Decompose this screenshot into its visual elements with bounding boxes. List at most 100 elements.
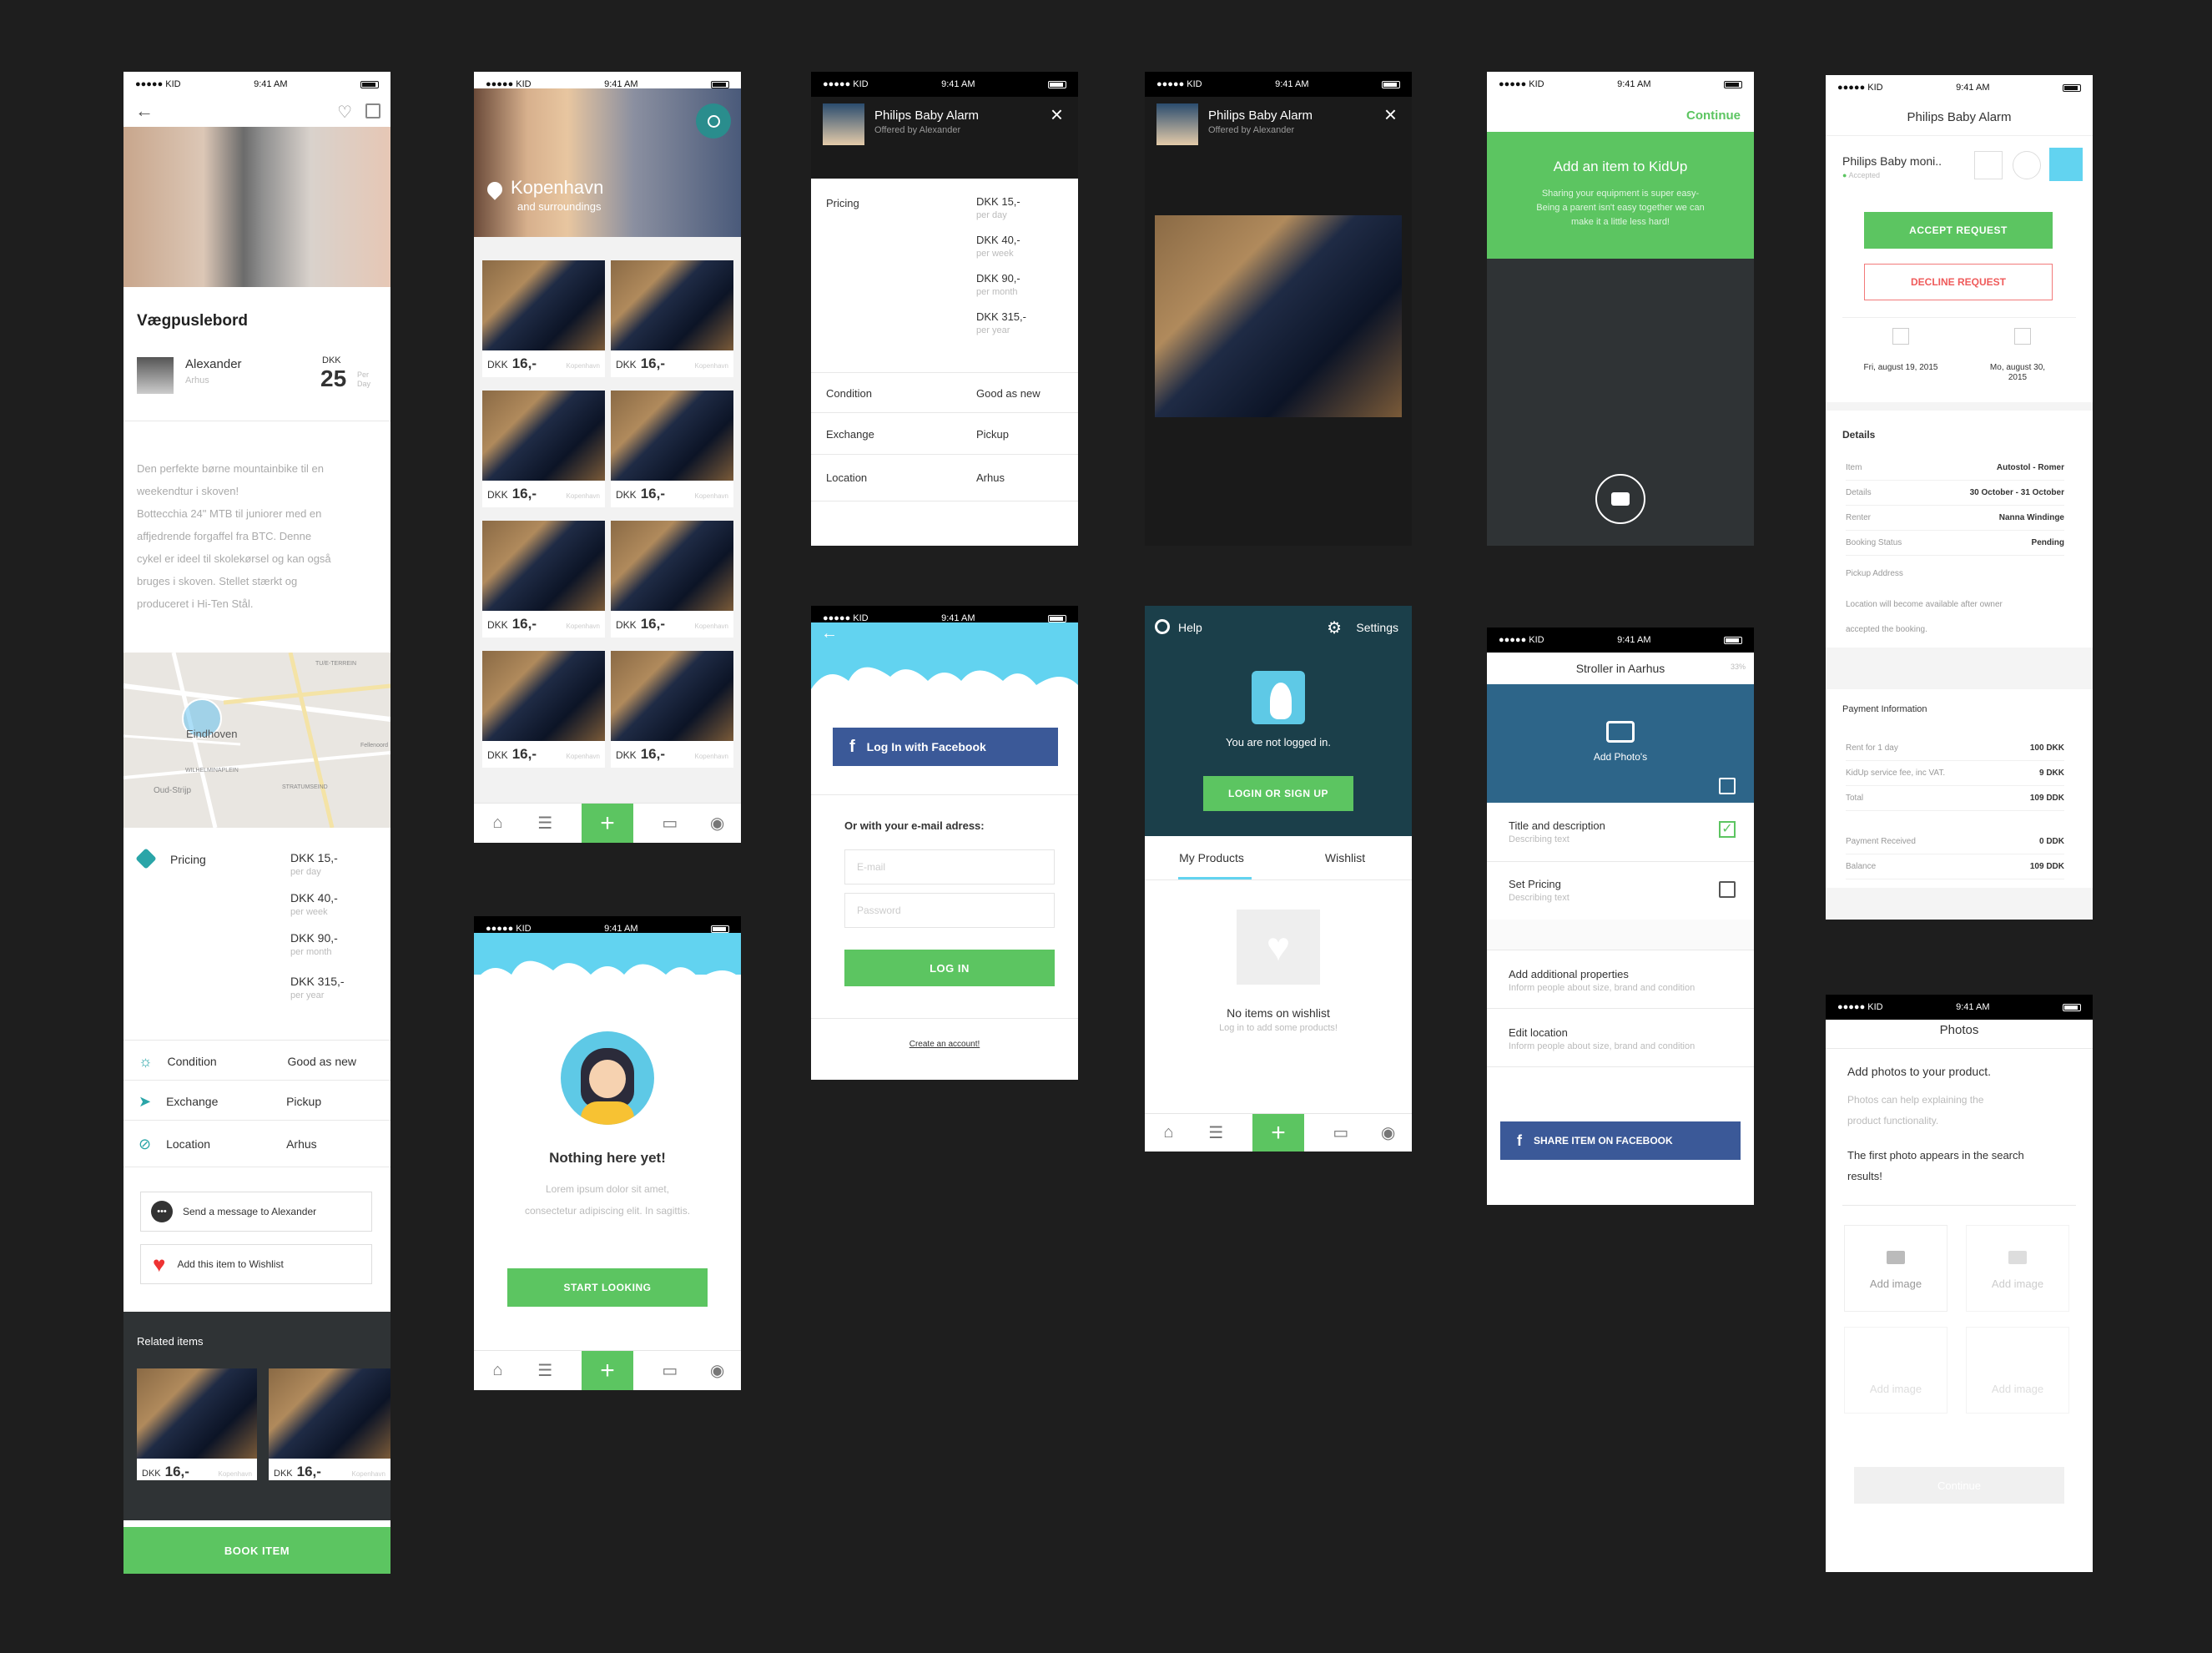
home-icon[interactable]: ⌂ — [1157, 1122, 1179, 1144]
decline-request-button[interactable]: DECLINE REQUEST — [1864, 264, 2053, 300]
profile-icon[interactable]: ◉ — [707, 1360, 728, 1382]
photo-checkbox[interactable] — [1719, 778, 1736, 794]
detail-row: Rent for 1 day 100 DKK — [1846, 736, 2064, 761]
user-step-icon — [2013, 151, 2041, 179]
login-signup-button[interactable]: LOGIN OR SIGN UP — [1203, 776, 1353, 811]
related-item[interactable]: DKK 16,- Kopenhavn — [269, 1368, 391, 1480]
profile-screen: Help ⚙ Settings You are not logged in. L… — [1145, 606, 1412, 1152]
condition-row: ☼ Condition Good as new — [139, 1052, 356, 1070]
share-icon[interactable] — [365, 103, 380, 118]
create-listing-screen: ●●●●● KID 9:41 AM Stroller in Aarhus 33% … — [1487, 627, 1754, 1205]
close-icon[interactable]: × — [1384, 102, 1397, 128]
add-item-button[interactable]: + — [581, 1350, 633, 1390]
edit-location-row[interactable]: Edit location Inform people about size, … — [1487, 1008, 1754, 1066]
battery-icon — [1381, 80, 1400, 88]
profile-icon[interactable]: ◉ — [707, 813, 728, 834]
add-photo-area[interactable]: Add Photo's — [1487, 684, 1754, 803]
login-button[interactable]: LOG IN — [844, 950, 1055, 986]
add-image-slot[interactable]: Add image — [1844, 1327, 1947, 1414]
add-item-button[interactable]: + — [1252, 1113, 1304, 1152]
location-map[interactable]: Eindhoven Oud-Strijp WILHELMINAPLEIN STR… — [123, 653, 391, 828]
facebook-login-button[interactable]: f Log In with Facebook — [833, 728, 1058, 766]
step-set-pricing[interactable]: Set Pricing Describing text — [1487, 861, 1754, 920]
camera-icon — [2008, 1251, 2027, 1264]
camera-shutter-button[interactable] — [1595, 474, 1645, 524]
chat-icon[interactable]: ▭ — [659, 1360, 681, 1382]
add-image-slot[interactable]: Add image — [1966, 1225, 2069, 1312]
home-icon[interactable]: ⌂ — [486, 813, 508, 834]
item-thumb — [1156, 103, 1198, 145]
location-row: ⊘ Location Arhus — [139, 1135, 317, 1152]
help-link[interactable]: Help — [1178, 621, 1202, 634]
list-icon[interactable]: ☰ — [534, 813, 556, 834]
list-icon[interactable]: ☰ — [1205, 1122, 1227, 1144]
heart-icon[interactable]: ♡ — [337, 102, 352, 123]
list-icon[interactable]: ☰ — [534, 1360, 556, 1382]
back-arrow-icon[interactable]: ← — [135, 100, 154, 122]
item-tile[interactable]: DKK 16,- Kopenhavn — [611, 260, 733, 377]
related-item[interactable]: DKK 16,- Kopenhavn — [137, 1368, 257, 1480]
continue-link[interactable]: Continue — [1686, 108, 1741, 123]
item-tile[interactable]: DKK 16,- Kopenhavn — [611, 651, 733, 768]
sun-icon: ☼ — [139, 1052, 153, 1070]
item-tile[interactable]: DKK 16,- Kopenhavn — [482, 391, 605, 507]
wishlist-button[interactable]: ♥ Add this item to Wishlist — [140, 1244, 372, 1284]
profile-icon[interactable]: ◉ — [1378, 1122, 1399, 1144]
battery-icon — [2062, 83, 2081, 92]
tab-wishlist[interactable]: Wishlist — [1278, 836, 1412, 879]
add-item-camera-screen: ●●●●● KID 9:41 AM Continue Add an item to… — [1487, 72, 1754, 546]
owner-name: Alexander — [185, 357, 242, 371]
price-currency: DKK — [322, 355, 341, 365]
item-tile[interactable]: DKK 16,- Kopenhavn — [482, 260, 605, 377]
email-field[interactable]: E-mail — [844, 849, 1055, 884]
back-arrow-icon[interactable]: ← — [821, 624, 838, 643]
calendar-step-icon — [1974, 151, 2003, 179]
add-item-button[interactable]: + — [581, 803, 633, 843]
message-button[interactable]: ••• Send a message to Alexander — [140, 1192, 372, 1232]
facebook-icon: f — [849, 737, 855, 756]
additional-properties-row[interactable]: Add additional properties Inform people … — [1487, 950, 1754, 1008]
continue-button[interactable]: Continue — [1854, 1467, 2064, 1504]
battery-icon — [360, 80, 379, 88]
item-tile[interactable]: DKK 16,- Kopenhavn — [611, 391, 733, 507]
page-title: Photos — [1939, 1023, 1979, 1037]
add-image-slot[interactable]: Add image — [1844, 1225, 1947, 1312]
item-tile[interactable]: DKK 16,- Kopenhavn — [482, 521, 605, 638]
add-image-slot[interactable]: Add image — [1966, 1327, 2069, 1414]
battery-icon — [1723, 636, 1742, 644]
chat-icon[interactable]: ▭ — [659, 813, 681, 834]
home-icon[interactable]: ⌂ — [486, 1360, 508, 1382]
calendar-icon — [2014, 328, 2031, 345]
browse-screen: ●●●●● KID 9:41 AM Kopenhavn and surroundi… — [474, 72, 741, 843]
progress-label: 33% — [1730, 663, 1746, 671]
share-facebook-button[interactable]: f SHARE ITEM ON FACEBOOK — [1500, 1121, 1741, 1160]
book-item-button[interactable]: BOOK ITEM — [123, 1527, 391, 1574]
compass-icon: ⊘ — [139, 1135, 152, 1152]
tag-icon — [135, 848, 157, 869]
location-row: Location Arhus — [826, 471, 1005, 484]
create-account-link[interactable]: Create an account! — [811, 1040, 1078, 1049]
detail-row: Item Autostol - Romer — [1846, 456, 2064, 481]
password-field[interactable]: Password — [844, 893, 1055, 928]
accept-request-button[interactable]: ACCEPT REQUEST — [1864, 212, 2053, 249]
add-item-banner: Add an item to KidUp Sharing your equipm… — [1487, 132, 1754, 259]
active-step-icon — [2049, 148, 2083, 181]
status-bar: ●●●●● KID 9:41 AM — [1826, 75, 2093, 100]
item-tile[interactable]: DKK 16,- Kopenhavn — [611, 521, 733, 638]
map-city-label: Eindhoven — [186, 728, 238, 740]
tab-bar: ⌂ ☰ + ▭ ◉ — [474, 1350, 741, 1390]
send-icon: ➤ — [139, 1092, 152, 1110]
search-button[interactable] — [696, 103, 731, 139]
related-section: Related items DKK 16,- Kopenhavn DKK 16,- Ko… — [123, 1312, 391, 1520]
tab-my-products[interactable]: My Products — [1145, 836, 1278, 879]
chat-icon[interactable]: ▭ — [1330, 1122, 1352, 1144]
item-tile[interactable]: DKK 16,- Kopenhavn — [482, 651, 605, 768]
item-image — [611, 260, 733, 350]
step-title-description[interactable]: Title and description Describing text ✓ — [1487, 803, 1754, 861]
close-icon[interactable]: × — [1051, 102, 1063, 128]
start-looking-button[interactable]: START LOOKING — [507, 1268, 708, 1307]
facebook-icon: f — [1517, 1131, 1522, 1149]
settings-link[interactable]: Settings — [1356, 621, 1398, 634]
camera-icon — [1611, 492, 1630, 506]
cloud-decoration — [811, 667, 1078, 714]
